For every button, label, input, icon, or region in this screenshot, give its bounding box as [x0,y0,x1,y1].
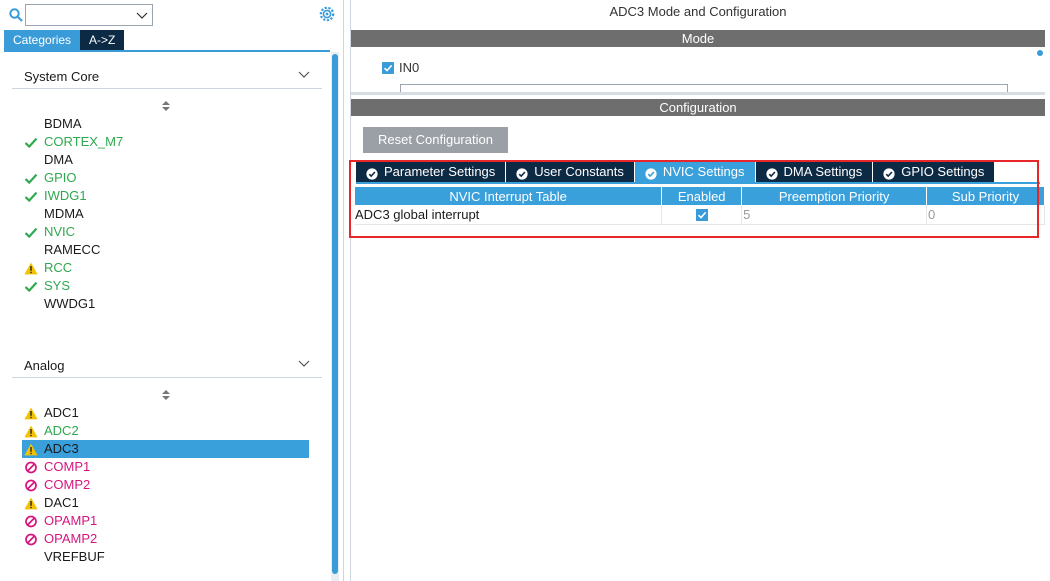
sidebar-item-label: NVIC [44,224,76,239]
sidebar-item-adc3[interactable]: ADC3 [22,440,309,458]
warning-icon [24,497,38,510]
sidebar-item-label: RCC [44,260,73,275]
chevron-down-icon[interactable] [136,9,148,21]
section-header-system-core[interactable]: System Core [12,63,322,89]
page-title: ADC3 Mode and Configuration [609,4,787,19]
tab-a-z[interactable]: A->Z [80,30,125,50]
disabled-icon [24,533,38,546]
sidebar-item-label: OPAMP1 [44,513,98,528]
sidebar-item-label: VREFBUF [44,549,105,564]
sidebar-item-label: GPIO [44,170,77,185]
sort-icon[interactable] [161,100,171,112]
check-icon [24,136,38,149]
right-panel: ADC3 Mode and Configuration Mode IN0 Con… [349,0,1050,581]
sidebar-item-label: IWDG1 [44,188,87,203]
splitter[interactable] [351,92,1045,95]
sidebar-item-label: ADC1 [44,405,79,420]
mode-scrollbar-thumb[interactable] [1037,50,1043,56]
warning-icon [24,425,38,438]
sidebar-scrollbar-thumb[interactable] [332,54,338,574]
sidebar-item-label: CORTEX_M7 [44,134,124,149]
highlight-frame [349,160,1039,238]
warning-icon [24,443,38,456]
tab-categories[interactable]: Categories [4,30,81,50]
gear-icon[interactable] [318,5,336,23]
sidebar-item-label: COMP2 [44,477,91,492]
chevron-down-icon[interactable] [298,360,310,368]
section-title: Analog [24,358,65,373]
mode-bar: Mode [351,30,1045,47]
search-input[interactable] [26,5,134,25]
sidebar-item-label: ADC3 [44,441,79,456]
sidebar-item-label: DAC1 [44,495,79,510]
chevron-down-icon[interactable] [298,71,310,79]
sidebar-item-label: ADC2 [44,423,79,438]
disabled-icon [24,515,38,528]
category-tabs: Categories A->Z [4,30,125,50]
sidebar-item-label: BDMA [44,116,82,131]
disabled-icon [24,461,38,474]
sidebar-item-label: OPAMP2 [44,531,98,546]
check-icon [24,280,38,293]
in0-checkbox[interactable] [382,62,394,74]
sidebar-item-label: SYS [44,278,71,293]
sidebar-item-label: RAMECC [44,242,101,257]
in0-label: IN0 [399,60,420,75]
check-icon [24,172,38,185]
check-icon [24,226,38,239]
search-icon[interactable] [9,8,23,22]
sidebar-item-label: WWDG1 [44,296,96,311]
search-combobox[interactable] [25,4,153,26]
disabled-icon [24,479,38,492]
section-header-analog[interactable]: Analog [12,352,322,378]
sidebar-item-label: MDMA [44,206,84,221]
sidebar-item-label: COMP1 [44,459,91,474]
sort-icon[interactable] [161,389,171,401]
section-title: System Core [24,69,100,84]
left-panel: Categories A->Z System Core BDMA CORTEX_M… [0,0,344,581]
tab-underline [4,50,330,52]
sidebar-item-label: DMA [44,152,73,167]
warning-icon [24,262,38,275]
warning-icon [24,407,38,420]
reset-configuration-button[interactable]: Reset Configuration [363,127,508,153]
configuration-bar: Configuration [351,99,1045,116]
checkmark-icon [383,64,393,72]
check-icon [24,190,38,203]
mode-area: IN0 [351,48,1045,93]
